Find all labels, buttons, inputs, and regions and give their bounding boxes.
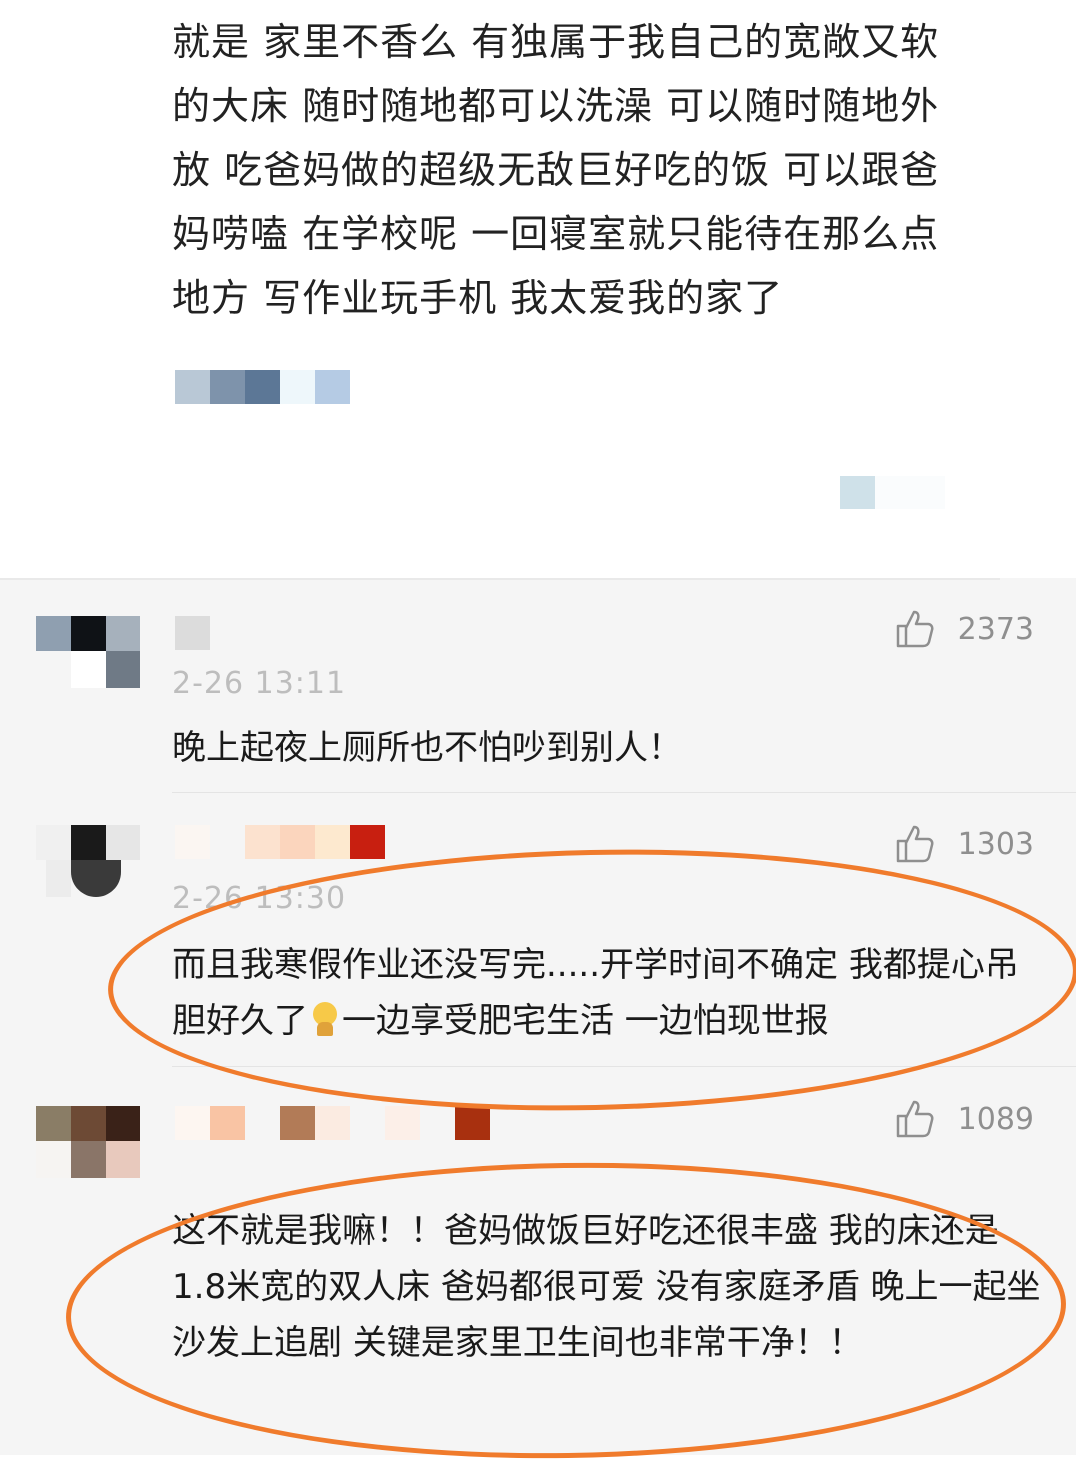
comment-time: 2-26 13:11: [172, 666, 347, 701]
comment-text: 这不就是我嘛！！爸妈做饭巨好吃还很丰盛 我的床还是1.8米宽的双人床 爸妈都很可…: [172, 1211, 1041, 1363]
avatar[interactable]: [36, 825, 140, 897]
comment-item: 2-26 13:11 2373 晚上起夜上厕所也不怕吵到别人！: [0, 578, 1076, 793]
thumbs-up-icon: [894, 823, 936, 865]
divider: [172, 1066, 1076, 1067]
like-count: 1089: [957, 1101, 1034, 1137]
like-count: 1303: [957, 826, 1034, 862]
like-button[interactable]: 1089: [894, 1098, 1034, 1140]
original-post: 就是 家里不香么 有独属于我自己的宽敞又软 的大床 随时随地都可以洗澡 可以随时…: [0, 0, 1076, 578]
like-button[interactable]: 2373: [894, 608, 1034, 650]
like-button[interactable]: 1303: [894, 823, 1034, 865]
thumbs-up-icon: [894, 608, 936, 650]
post-line: 地方 写作业玩手机 我太爱我的家了: [172, 276, 784, 320]
post-line: 妈唠嗑 在学校呢 一回寝室就只能待在那么点: [172, 212, 940, 256]
comment-text-part: 一边享受肥宅生活 一边怕现世报: [342, 1001, 829, 1041]
post-line: 就是 家里不香么 有独属于我自己的宽敞又软: [172, 20, 940, 64]
comment-item: 1089 这不就是我嘛！！爸妈做饭巨好吃还很丰盛 我的床还是1.8米宽的双人床 …: [0, 1068, 1076, 1455]
sweat-smile-emoji-icon: [310, 1002, 340, 1036]
like-count: 2373: [957, 611, 1034, 647]
comment-item: 2-26 13:30 1303 而且我寒假作业还没写完.....开学时间不确定 …: [0, 793, 1076, 1068]
comment-list: 2-26 13:11 2373 晚上起夜上厕所也不怕吵到别人！ 2-26 13:…: [0, 578, 1076, 1465]
post-line: 放 吃爸妈做的超级无敌巨好吃的饭 可以跟爸: [172, 148, 940, 192]
post-body: 就是 家里不香么 有独属于我自己的宽敞又软 的大床 随时随地都可以洗澡 可以随时…: [172, 10, 1042, 330]
avatar[interactable]: [36, 1106, 140, 1178]
comment-time: 2-26 13:30: [172, 881, 347, 916]
avatar[interactable]: [36, 616, 140, 688]
thumbs-up-icon: [894, 1098, 936, 1140]
post-line: 的大床 随时随地都可以洗澡 可以随时随地外: [172, 84, 940, 128]
comment-text: 晚上起夜上厕所也不怕吵到别人！: [172, 728, 682, 768]
comment-text: 而且我寒假作业还没写完.....开学时间不确定 我都提心吊胆好久了 一边享受肥宅生…: [172, 937, 1042, 1049]
